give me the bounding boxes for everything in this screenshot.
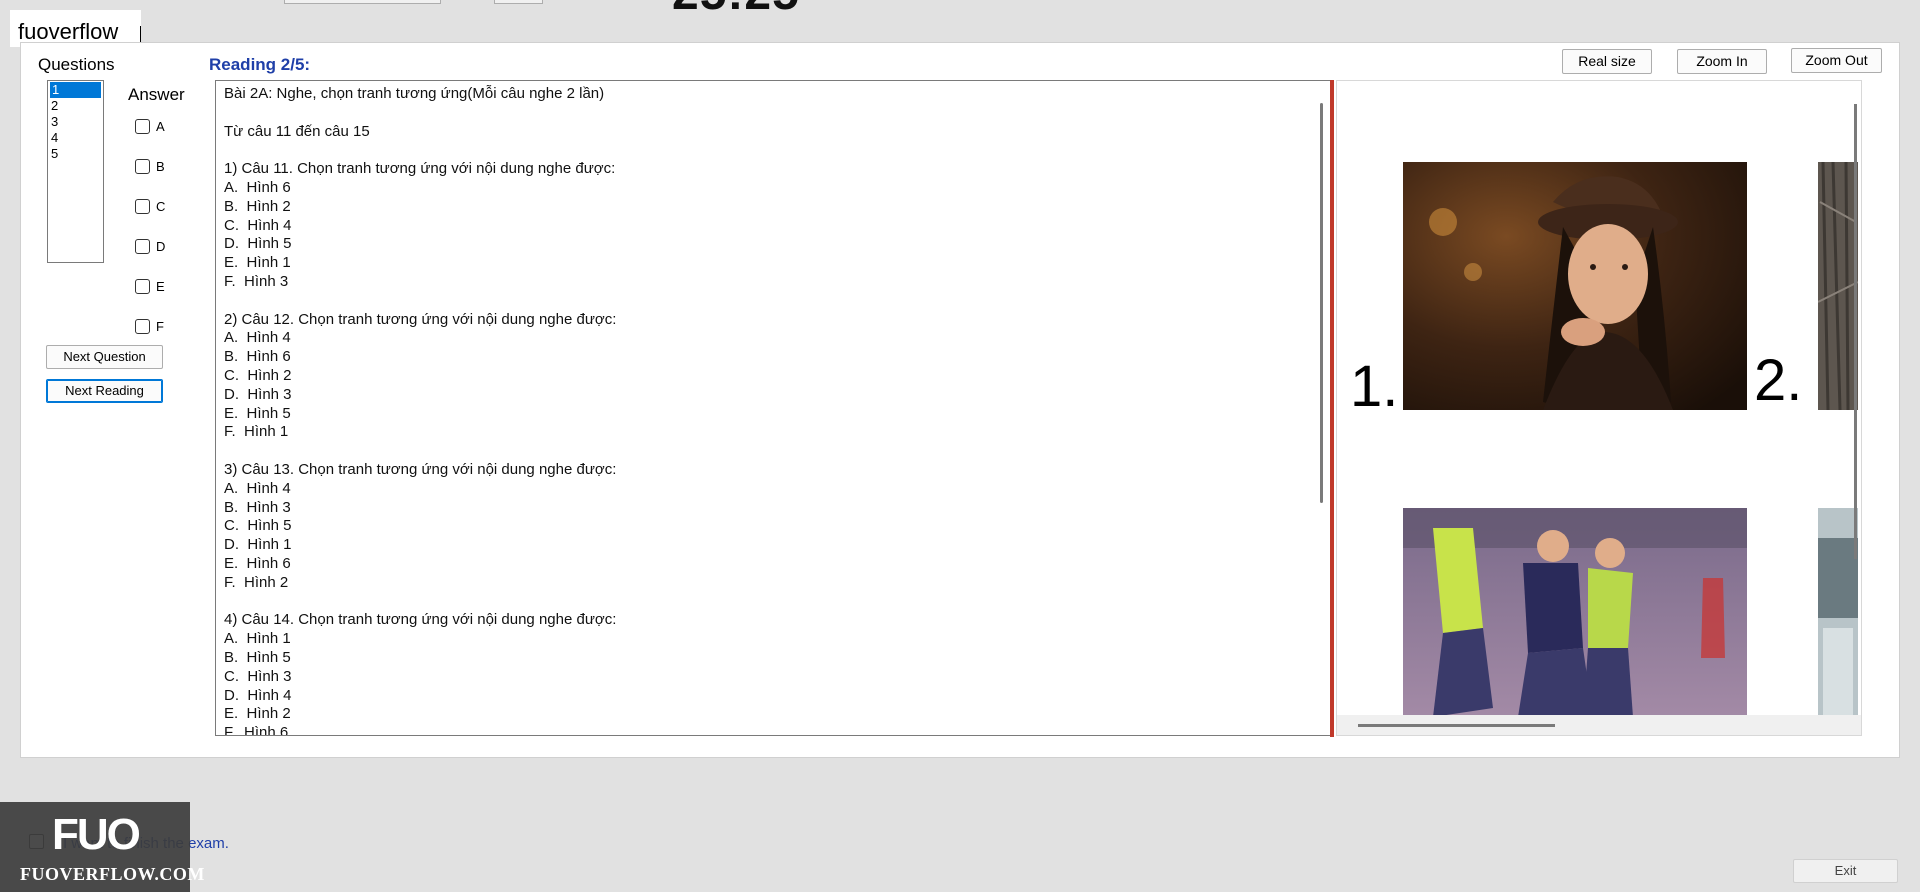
scrollbar-thumb[interactable]	[1320, 103, 1323, 503]
answer-checkbox[interactable]	[135, 119, 150, 134]
reading-scrollbar[interactable]	[1313, 81, 1330, 735]
answer-option-label: C	[156, 199, 166, 214]
top-dropdown-right[interactable]	[494, 0, 543, 4]
reading-text: Bài 2A: Nghe, chọn tranh tương ứng(Mỗi c…	[224, 85, 617, 736]
picture-label-2: 2.	[1754, 348, 1803, 413]
image-pane[interactable]: 1. 2.	[1336, 80, 1862, 736]
answer-checkbox[interactable]	[135, 279, 150, 294]
reading-text-box[interactable]: Bài 2A: Nghe, chọn tranh tương ứng(Mỗi c…	[215, 80, 1331, 736]
watermark-logo: FUO FUOVERFLOW.COM	[0, 802, 204, 892]
reading-title: Reading 2/5:	[209, 55, 311, 74]
answer-option-a[interactable]: A	[135, 119, 165, 134]
answer-option-label: F	[156, 319, 164, 334]
question-item[interactable]: 3	[48, 114, 103, 130]
picture-2-partial	[1818, 162, 1858, 410]
watermark-logo-text: FUO	[52, 810, 141, 859]
answer-option-d[interactable]: D	[135, 239, 165, 254]
picture-4-partial	[1818, 508, 1858, 717]
next-reading-button[interactable]: Next Reading	[46, 379, 163, 403]
answer-option-label: D	[156, 239, 166, 254]
real-size-button[interactable]: Real size	[1562, 49, 1652, 74]
question-list[interactable]: 1 2 3 4 5	[47, 80, 104, 263]
answer-checkbox[interactable]	[135, 319, 150, 334]
question-item[interactable]: 4	[48, 130, 103, 146]
answer-checkbox[interactable]	[135, 199, 150, 214]
answer-checkbox[interactable]	[135, 159, 150, 174]
top-dropdown-left[interactable]	[284, 0, 441, 4]
image-horizontal-scroll-thumb[interactable]	[1358, 724, 1555, 727]
answer-option-b[interactable]: B	[135, 159, 165, 174]
watermark-site: FUOVERFLOW.COM	[20, 864, 205, 884]
picture-label-1: 1.	[1350, 354, 1399, 419]
splitter[interactable]	[1330, 80, 1334, 737]
answer-label: Answer	[128, 85, 185, 104]
question-item[interactable]: 2	[48, 98, 103, 114]
zoom-in-button[interactable]: Zoom In	[1677, 49, 1767, 74]
answer-option-f[interactable]: F	[135, 319, 164, 334]
answer-checkbox[interactable]	[135, 239, 150, 254]
zoom-out-button[interactable]: Zoom Out	[1791, 48, 1882, 73]
brand-tab-label: fuoverflow	[18, 19, 119, 44]
answer-option-c[interactable]: C	[135, 199, 165, 214]
exit-button[interactable]: Exit	[1793, 859, 1898, 883]
timer: 25:25	[672, 0, 800, 21]
text-cursor	[140, 26, 141, 42]
questions-label: Questions	[38, 55, 115, 74]
answer-option-label: A	[156, 119, 165, 134]
picture-3-soccer-players	[1403, 508, 1747, 717]
answer-option-label: B	[156, 159, 165, 174]
next-question-button[interactable]: Next Question	[46, 345, 163, 369]
answer-option-e[interactable]: E	[135, 279, 165, 294]
question-item[interactable]: 5	[48, 146, 103, 162]
answer-option-label: E	[156, 279, 165, 294]
question-item[interactable]: 1	[50, 82, 101, 98]
picture-1-woman-in-hat	[1403, 162, 1747, 410]
image-vertical-scroll-thumb[interactable]	[1854, 104, 1857, 559]
